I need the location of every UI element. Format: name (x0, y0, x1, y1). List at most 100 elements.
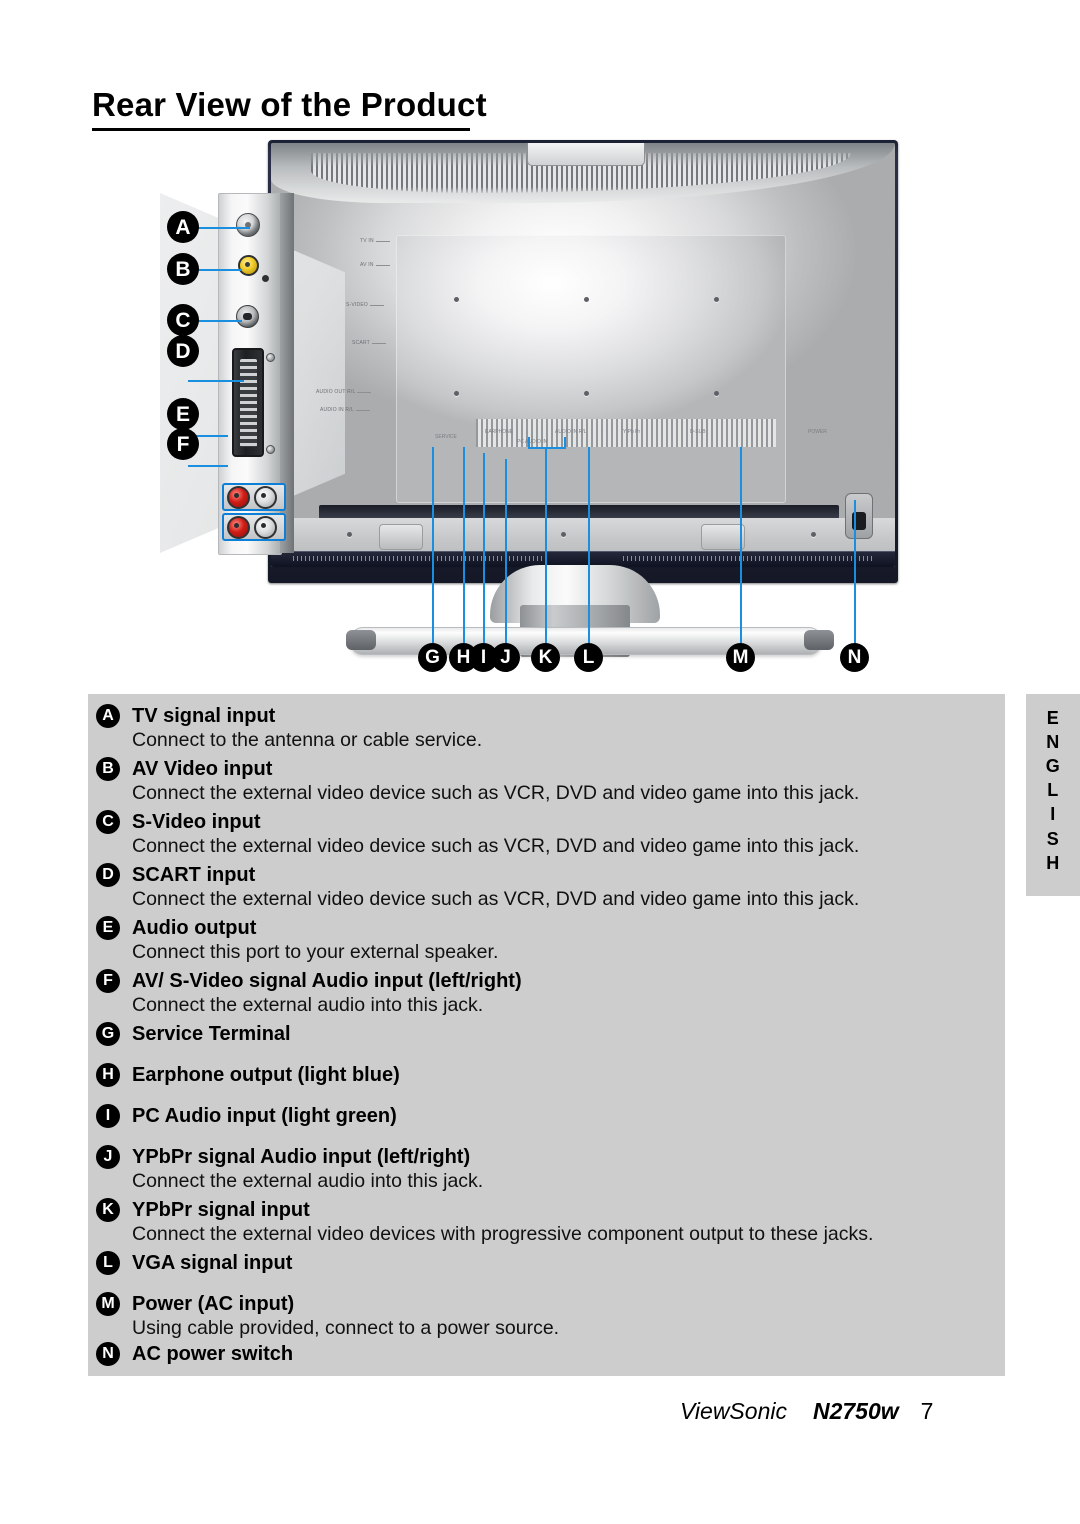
item-badge-d: D (96, 863, 120, 887)
item-heading-a: TV signal input (132, 705, 276, 727)
item-heading-g: Service Terminal (132, 1023, 291, 1045)
item-body-k: Connect the external video devices with … (132, 1223, 874, 1245)
callout-badge-a: A (168, 212, 198, 242)
item-heading-j: YPbPr signal Audio input (left/right) (132, 1146, 471, 1168)
item-body-d: Connect the external video device such a… (132, 888, 860, 910)
item-badge-g: G (96, 1022, 120, 1046)
av-audio-input-jacks (222, 513, 286, 541)
rca-white-jack (254, 515, 277, 539)
item-body-a: Connect to the antenna or cable service. (132, 729, 483, 751)
connector-description-panel: A TV signal input Connect to the antenna… (88, 694, 1005, 1376)
label-service: SERVICE (435, 434, 457, 440)
base-end-cap (346, 630, 376, 650)
vesa-hole (454, 391, 459, 396)
lang-letter: I (1050, 804, 1056, 825)
callout-badge-g: G (419, 644, 446, 671)
tv-antenna-jack (236, 213, 260, 237)
scart-screw (266, 445, 275, 454)
item-badge-b: B (96, 757, 120, 781)
rca-white-jack (254, 485, 277, 509)
lang-letter: N (1046, 732, 1060, 753)
footer-page-number: 7 (920, 1398, 934, 1424)
jack-screw (262, 275, 269, 282)
item-badge-l: L (96, 1251, 120, 1275)
lang-letter: S (1046, 828, 1060, 849)
av-video-jack (238, 255, 259, 276)
item-badge-n: N (96, 1342, 120, 1366)
vesa-hole (584, 297, 589, 302)
item-heading-c: S-Video input (132, 811, 261, 833)
vesa-mount-plate (396, 235, 786, 503)
audio-output-jacks (222, 483, 286, 511)
cable-clip (701, 524, 745, 550)
manual-page: Rear View of the Product SERVICE EARPHON… (0, 0, 1080, 1524)
item-heading-e: Audio output (132, 917, 257, 939)
callout-badge-c: C (168, 305, 198, 335)
callout-badge-f: F (168, 429, 198, 459)
language-tab-english: E N G L I S H (1026, 694, 1080, 896)
kensington-lock-slot (845, 493, 873, 539)
label-earphone: EARPHONE (485, 429, 514, 435)
lang-letter: H (1046, 852, 1060, 873)
item-body-f: Connect the external audio into this jac… (132, 994, 484, 1016)
callout-badge-l: L (575, 644, 602, 671)
footer-brand: ViewSonic (680, 1398, 787, 1424)
item-badge-j: J (96, 1145, 120, 1169)
item-heading-f: AV/ S-Video signal Audio input (left/rig… (132, 970, 522, 992)
item-body-c: Connect the external video device such a… (132, 835, 860, 857)
page-title: Rear View of the Product (92, 86, 487, 123)
lang-letter: E (1046, 708, 1060, 728)
item-heading-n: AC power switch (132, 1343, 294, 1365)
label-s-video: S-VIDEO (346, 302, 384, 308)
footer-model: N2750w (812, 1398, 899, 1424)
leader-line-j (505, 459, 507, 644)
scart-screw (266, 353, 275, 362)
label-power: POWER (808, 429, 827, 435)
monitor-rear-shell (271, 143, 895, 567)
item-badge-e: E (96, 916, 120, 940)
leader-line-i (483, 453, 485, 644)
rca-red-jack (227, 515, 250, 539)
item-heading-d: SCART input (132, 864, 256, 886)
screw-hole (561, 532, 566, 537)
top-handle (527, 143, 645, 166)
cable-clip (379, 524, 423, 550)
item-badge-c: C (96, 810, 120, 834)
label-audio-in: AUDIO IN R/L (320, 407, 370, 413)
rail-texture (623, 556, 873, 561)
leader-line-l (588, 447, 590, 644)
page-footer: ViewSonic N2750w 7 (680, 1398, 933, 1425)
title-underline (92, 128, 470, 131)
leader-line-f (188, 465, 228, 467)
item-badge-a: A (96, 704, 120, 728)
leader-line-k (545, 447, 547, 644)
ypbpr-bracket-tick (528, 437, 530, 449)
ypbpr-bracket-tick (564, 437, 566, 449)
label-scart: SCART (352, 340, 386, 346)
item-badge-h: H (96, 1063, 120, 1087)
callout-badge-m: M (727, 644, 754, 671)
leader-line-d (188, 380, 244, 382)
item-body-e: Connect this port to your external speak… (132, 941, 499, 963)
label-pc-audio-in: PC AUDIO IN (517, 439, 548, 445)
screw-hole (347, 532, 352, 537)
item-heading-m: Power (AC input) (132, 1293, 295, 1315)
item-badge-i: I (96, 1104, 120, 1128)
ypbpr-bracket (528, 447, 566, 449)
lower-dark-slot (319, 505, 839, 519)
leader-line-g (432, 447, 434, 644)
callout-badge-e: E (168, 399, 198, 429)
scart-pins (239, 358, 257, 447)
vesa-hole (454, 297, 459, 302)
item-body-m: Using cable provided, connect to a power… (132, 1317, 560, 1339)
item-heading-k: YPbPr signal input (132, 1199, 310, 1221)
vesa-hole (714, 297, 719, 302)
leader-line-n (854, 500, 856, 644)
callout-badge-k: K (532, 644, 559, 671)
base-end-cap (804, 630, 834, 650)
rca-red-jack (227, 485, 250, 509)
callout-badge-j: J (492, 644, 519, 671)
item-heading-i: PC Audio input (light green) (132, 1105, 397, 1127)
item-badge-f: F (96, 969, 120, 993)
item-badge-k: K (96, 1198, 120, 1222)
